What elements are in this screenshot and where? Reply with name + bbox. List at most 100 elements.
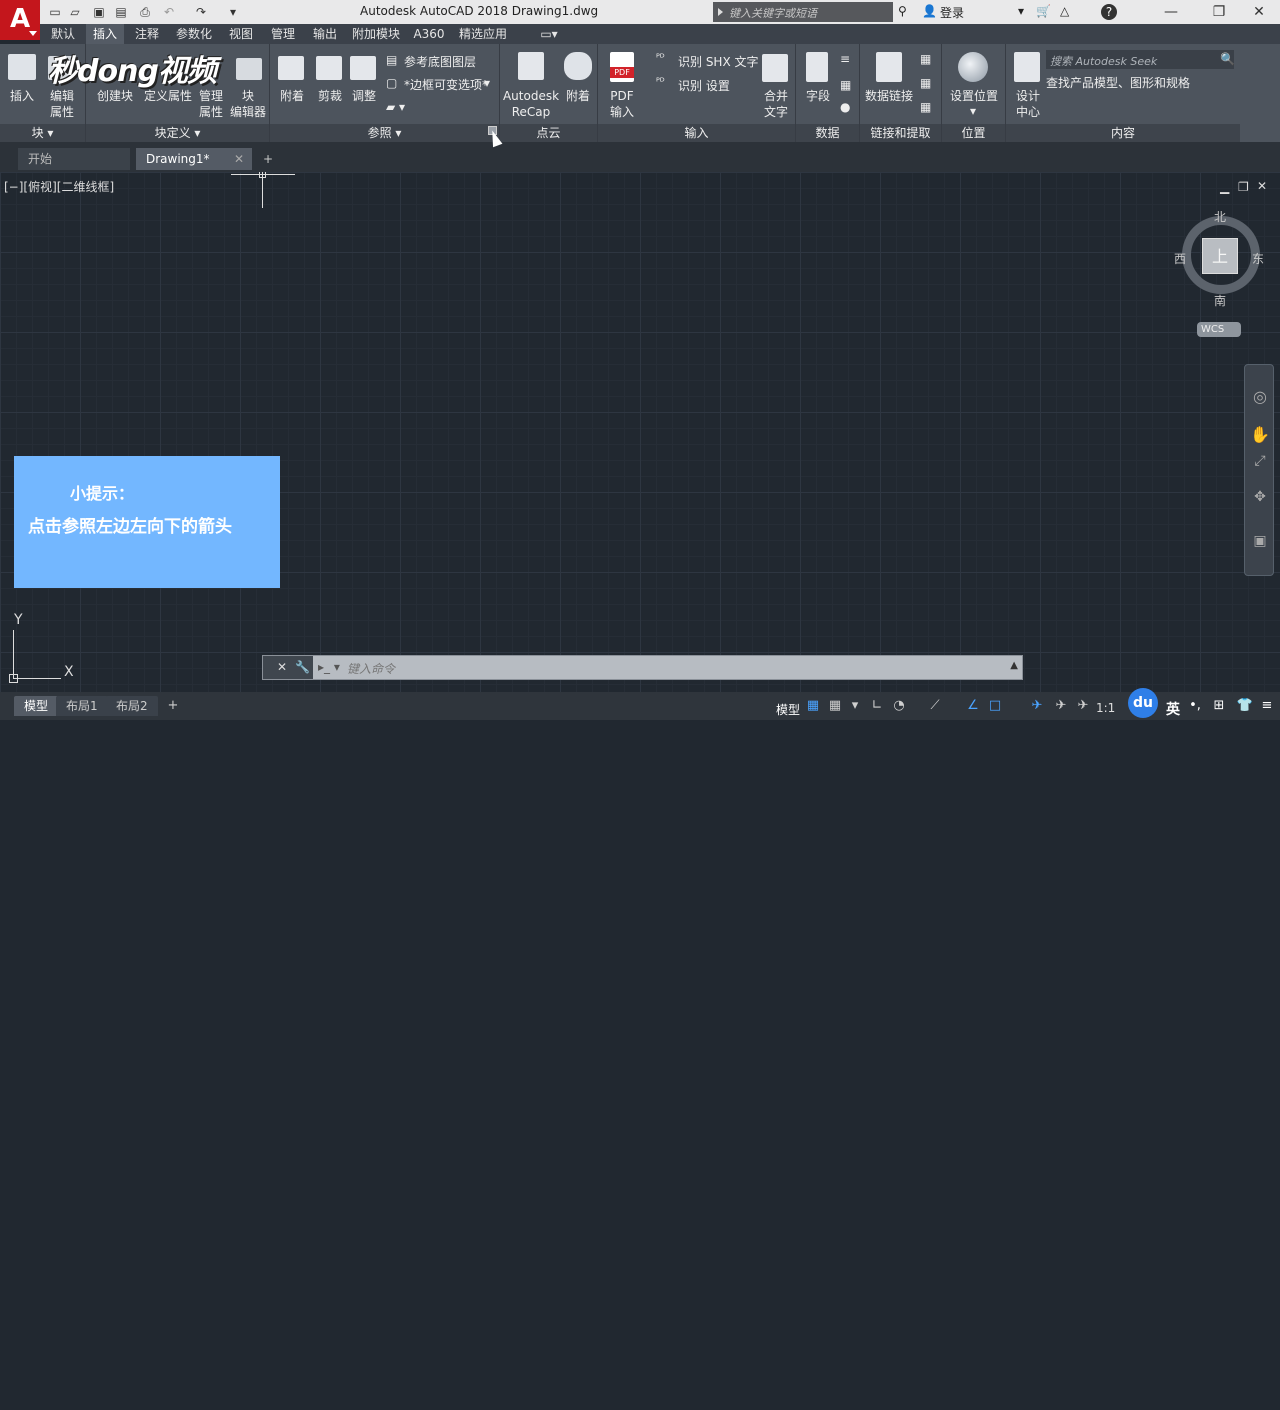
redo-icon[interactable]: ↷: [194, 5, 208, 19]
showmotion-icon[interactable]: ▣: [1249, 533, 1271, 549]
object-snap-tracking-icon[interactable]: ∠: [964, 697, 982, 715]
data-link-button[interactable]: 数据链接: [862, 88, 916, 104]
hyperlink-icon[interactable]: ●: [840, 100, 850, 114]
orbit-icon[interactable]: ✥: [1249, 489, 1271, 505]
model-space-button[interactable]: 模型: [776, 701, 800, 718]
ribbon-toggle-icon[interactable]: ▭▾: [534, 24, 564, 44]
download-icon[interactable]: ▦: [920, 100, 931, 114]
help-icon[interactable]: ?: [1101, 4, 1117, 20]
panel-footer-block[interactable]: 块 ▾: [0, 124, 85, 142]
layout-tab-layout1[interactable]: 布局1: [56, 696, 108, 716]
menu-icon[interactable]: ≡: [1258, 697, 1276, 715]
design-center-button[interactable]: 设计 中心: [1008, 88, 1048, 120]
new-tab-button[interactable]: +: [258, 148, 280, 170]
add-layout-icon[interactable]: +: [164, 697, 182, 715]
field-button[interactable]: 字段: [798, 88, 838, 104]
compass-west[interactable]: 西: [1174, 250, 1186, 267]
chevron-down-icon[interactable]: ▾: [484, 76, 490, 90]
tab-annotate[interactable]: 注释: [128, 24, 166, 44]
open-file-icon[interactable]: ▱: [68, 5, 82, 19]
polar-icon[interactable]: ◔: [890, 697, 908, 715]
object-snap-icon[interactable]: □: [986, 697, 1004, 715]
seek-search-input[interactable]: 搜索 Autodesk Seek: [1046, 50, 1234, 69]
edit-attribute-button[interactable]: 编辑 属性: [42, 88, 82, 120]
attach-button[interactable]: 附着: [274, 88, 310, 104]
auto-scale-icon[interactable]: ✈: [1052, 697, 1070, 715]
toolbox-icon[interactable]: ⊞: [1210, 697, 1228, 715]
isodraft-icon[interactable]: ⟋: [926, 697, 944, 715]
extract-data-icon[interactable]: ▦: [920, 52, 931, 66]
viewport-controls[interactable]: [−][俯视][二维线框]: [4, 178, 114, 195]
print-icon[interactable]: ⎙: [138, 5, 152, 19]
command-prompt-icon[interactable]: ▸_ ▾: [318, 660, 340, 674]
frame-variable-dropdown[interactable]: *边框可变选项*: [404, 76, 488, 93]
viewport-restore-icon[interactable]: ❐: [1238, 180, 1249, 194]
tab-output[interactable]: 输出: [306, 24, 344, 44]
recognize-settings-button[interactable]: 识别 设置: [678, 77, 730, 94]
scale-dropdown[interactable]: 1:1: [1096, 701, 1115, 715]
annotation-visibility-icon[interactable]: ✈: [1028, 697, 1046, 715]
minimize-button[interactable]: —: [1148, 0, 1194, 24]
punctuation-icon[interactable]: •,: [1186, 697, 1204, 715]
close-tab-icon[interactable]: ✕: [234, 148, 244, 170]
tab-manage[interactable]: 管理: [264, 24, 302, 44]
binoculars-icon[interactable]: ⚲: [898, 4, 907, 18]
tab-drawing1[interactable]: Drawing1* ✕: [136, 148, 252, 170]
search-input[interactable]: 键入关键字或短语: [713, 2, 893, 22]
tab-start[interactable]: 开始: [18, 148, 130, 170]
point-cloud-attach-button[interactable]: 附着: [562, 88, 594, 104]
viewport-minimize-icon[interactable]: ▁: [1220, 180, 1229, 194]
pdf-import-button[interactable]: PDF 输入: [602, 88, 642, 120]
login-button[interactable]: 登录: [940, 4, 964, 21]
upload-icon[interactable]: ▦: [920, 76, 931, 90]
create-block-button[interactable]: 创建块: [92, 88, 138, 104]
tab-view[interactable]: 视图: [222, 24, 260, 44]
wcs-menu[interactable]: WCS: [1197, 322, 1241, 337]
zoom-extents-icon[interactable]: ⤢: [1249, 453, 1271, 469]
command-input[interactable]: 键入命令: [347, 660, 395, 677]
close-icon[interactable]: ✕: [277, 660, 287, 674]
combine-text-button[interactable]: 合并 文字: [758, 88, 794, 120]
application-menu-button[interactable]: A: [0, 0, 40, 40]
compass-south[interactable]: 南: [1214, 292, 1226, 309]
tab-a360[interactable]: A360: [408, 24, 450, 44]
command-history-icon[interactable]: ▲: [1010, 660, 1018, 671]
ortho-icon[interactable]: ∟: [868, 697, 886, 715]
annotation-scale-icon[interactable]: ✈: [1074, 697, 1092, 715]
viewcube-face-top[interactable]: 上: [1202, 238, 1238, 274]
wrench-icon[interactable]: 🔧: [295, 660, 310, 674]
tab-addins[interactable]: 附加模块: [348, 24, 404, 44]
a360-icon[interactable]: △: [1060, 4, 1069, 18]
user-icon[interactable]: 👤: [922, 4, 937, 18]
save-icon[interactable]: ▣: [92, 5, 106, 19]
chevron-down-icon[interactable]: ▾: [970, 104, 976, 118]
save-as-icon[interactable]: ▤: [114, 5, 128, 19]
snap-underlay-icon[interactable]: ▰ ▾: [386, 100, 405, 114]
compass-north[interactable]: 北: [1214, 208, 1226, 225]
chevron-down-icon[interactable]: ▾: [846, 697, 864, 715]
cart-icon[interactable]: 🛒: [1036, 4, 1051, 18]
ime-language-toggle[interactable]: 英: [1166, 699, 1180, 719]
define-attribute-button[interactable]: 定义属性: [142, 88, 194, 104]
tab-featured-apps[interactable]: 精选应用: [454, 24, 512, 44]
recap-button[interactable]: Autodesk ReCap: [500, 88, 562, 120]
undo-icon[interactable]: ↶: [162, 5, 176, 19]
set-location-button[interactable]: 设置位置: [944, 88, 1004, 104]
compass-east[interactable]: 东: [1252, 250, 1264, 267]
manage-attributes-button[interactable]: 管理 属性: [194, 88, 228, 120]
layout-tab-model[interactable]: 模型: [14, 696, 59, 716]
recognize-shx-button[interactable]: 识别 SHX 文字: [678, 53, 759, 70]
panel-footer-block-definition[interactable]: 块定义 ▾: [86, 124, 269, 142]
ole-icon[interactable]: ▦: [840, 78, 851, 92]
tab-parametric[interactable]: 参数化: [170, 24, 218, 44]
baidu-ime-icon[interactable]: du: [1128, 688, 1158, 718]
tab-default[interactable]: 默认: [44, 24, 82, 44]
tab-insert[interactable]: 插入: [86, 24, 124, 44]
snap-icon[interactable]: ▦: [826, 697, 844, 715]
seek-search-icon[interactable]: 🔍: [1220, 52, 1235, 66]
close-button[interactable]: ✕: [1236, 0, 1280, 24]
underlay-layers-button[interactable]: 参考底图图层: [404, 53, 476, 70]
panel-footer-reference[interactable]: 参照 ▾: [270, 124, 499, 142]
viewcube[interactable]: 上 北 南 东 西: [1174, 210, 1264, 308]
new-file-icon[interactable]: ▭: [48, 5, 62, 19]
